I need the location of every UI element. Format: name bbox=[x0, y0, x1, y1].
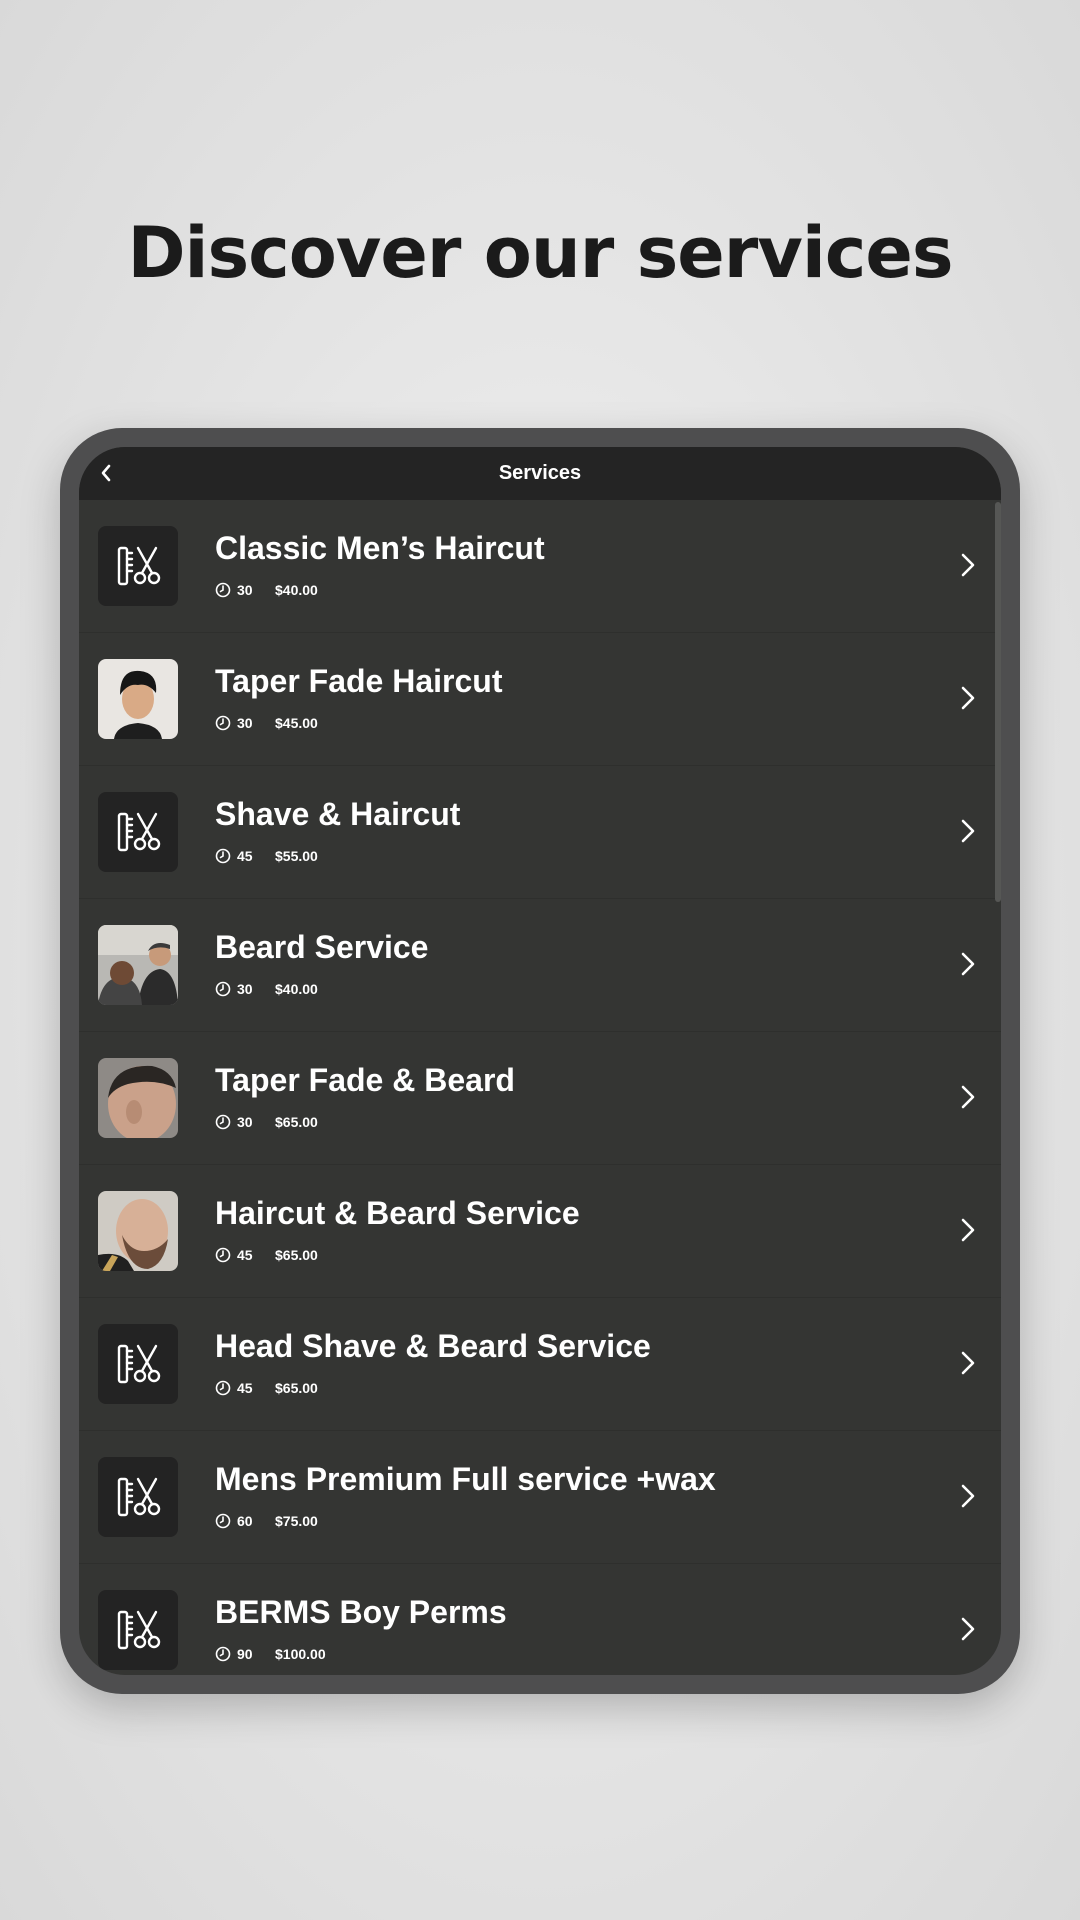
service-duration: 45 bbox=[237, 1380, 253, 1396]
service-photo bbox=[98, 1191, 178, 1271]
chevron-right-icon bbox=[961, 1484, 975, 1508]
service-price: $40.00 bbox=[275, 582, 318, 598]
service-row-head-shave-beard-service[interactable]: Head Shave & Beard Service 45 $65.00 bbox=[79, 1298, 1001, 1431]
service-name: Shave & Haircut bbox=[215, 796, 461, 832]
service-price: $45.00 bbox=[275, 715, 318, 731]
service-meta: 30 $65.00 bbox=[215, 1113, 318, 1131]
service-photo bbox=[98, 1058, 178, 1138]
comb-scissors-icon bbox=[98, 1590, 178, 1670]
clock-icon bbox=[215, 715, 231, 731]
clock-icon bbox=[215, 848, 231, 864]
service-duration: 45 bbox=[237, 848, 253, 864]
nav-title: Services bbox=[498, 462, 582, 484]
service-price: $75.00 bbox=[275, 1513, 318, 1529]
service-price: $65.00 bbox=[275, 1247, 318, 1263]
service-meta: 30 $40.00 bbox=[215, 980, 318, 998]
service-row-haircut-beard-service[interactable]: Haircut & Beard Service 45 $65.00 bbox=[79, 1165, 1001, 1298]
service-name: Mens Premium Full service +wax bbox=[215, 1461, 716, 1497]
service-name: Taper Fade & Beard bbox=[215, 1062, 515, 1098]
service-duration: 45 bbox=[237, 1247, 253, 1263]
chevron-right-icon bbox=[961, 952, 975, 976]
service-meta: 60 $75.00 bbox=[215, 1512, 318, 1530]
service-meta: 30 $40.00 bbox=[215, 581, 318, 599]
service-row-classic-mens-haircut[interactable]: Classic Men’s Haircut 30 $40.00 bbox=[79, 500, 1001, 633]
service-meta: 45 $55.00 bbox=[215, 847, 318, 865]
service-row-mens-premium-full-service[interactable]: Mens Premium Full service +wax 60 $75.00 bbox=[79, 1431, 1001, 1564]
service-duration: 90 bbox=[237, 1646, 253, 1662]
service-price: $100.00 bbox=[275, 1646, 326, 1662]
service-photo bbox=[98, 925, 178, 1005]
service-name: Beard Service bbox=[215, 929, 429, 965]
chevron-right-icon bbox=[961, 553, 975, 577]
clock-icon bbox=[215, 582, 231, 598]
clock-icon bbox=[215, 1513, 231, 1529]
service-name: BERMS Boy Perms bbox=[215, 1594, 507, 1630]
service-meta: 90 $100.00 bbox=[215, 1645, 326, 1663]
service-row-berms-boy-perms[interactable]: BERMS Boy Perms 90 $100.00 bbox=[79, 1564, 1001, 1675]
service-meta: 45 $65.00 bbox=[215, 1246, 318, 1264]
service-row-taper-fade-haircut[interactable]: Taper Fade Haircut 30 $45.00 bbox=[79, 633, 1001, 766]
service-row-taper-fade-beard[interactable]: Taper Fade & Beard 30 $65.00 bbox=[79, 1032, 1001, 1165]
chevron-right-icon bbox=[961, 686, 975, 710]
clock-icon bbox=[215, 1380, 231, 1396]
tablet-frame: Services Classic Men’s Haircut 30 $40.00… bbox=[60, 428, 1020, 1694]
service-meta: 45 $65.00 bbox=[215, 1379, 318, 1397]
service-price: $55.00 bbox=[275, 848, 318, 864]
scrollbar[interactable] bbox=[995, 502, 1001, 902]
service-duration: 30 bbox=[237, 981, 253, 997]
service-name: Head Shave & Beard Service bbox=[215, 1328, 651, 1364]
service-photo bbox=[98, 659, 178, 739]
service-duration: 30 bbox=[237, 715, 253, 731]
services-list: Classic Men’s Haircut 30 $40.00 Taper Fa… bbox=[79, 500, 1001, 1675]
comb-scissors-icon bbox=[98, 792, 178, 872]
chevron-right-icon bbox=[961, 1351, 975, 1375]
service-duration: 30 bbox=[237, 1114, 253, 1130]
chevron-right-icon bbox=[961, 1617, 975, 1641]
service-row-beard-service[interactable]: Beard Service 30 $40.00 bbox=[79, 899, 1001, 1032]
service-duration: 60 bbox=[237, 1513, 253, 1529]
page-headline: Discover our services bbox=[127, 212, 953, 294]
service-name: Haircut & Beard Service bbox=[215, 1195, 580, 1231]
clock-icon bbox=[215, 1646, 231, 1662]
comb-scissors-icon bbox=[98, 1457, 178, 1537]
clock-icon bbox=[215, 981, 231, 997]
app-screen: Services Classic Men’s Haircut 30 $40.00… bbox=[79, 447, 1001, 1675]
comb-scissors-icon bbox=[98, 526, 178, 606]
service-row-shave-haircut[interactable]: Shave & Haircut 45 $55.00 bbox=[79, 766, 1001, 899]
clock-icon bbox=[215, 1247, 231, 1263]
service-name: Classic Men’s Haircut bbox=[215, 530, 545, 566]
service-price: $65.00 bbox=[275, 1380, 318, 1396]
comb-scissors-icon bbox=[98, 1324, 178, 1404]
top-nav-bar: Services bbox=[79, 447, 1001, 500]
chevron-right-icon bbox=[961, 1218, 975, 1242]
clock-icon bbox=[215, 1114, 231, 1130]
service-name: Taper Fade Haircut bbox=[215, 663, 503, 699]
chevron-right-icon bbox=[961, 819, 975, 843]
service-duration: 30 bbox=[237, 582, 253, 598]
chevron-right-icon bbox=[961, 1085, 975, 1109]
service-price: $65.00 bbox=[275, 1114, 318, 1130]
service-meta: 30 $45.00 bbox=[215, 714, 318, 732]
service-price: $40.00 bbox=[275, 981, 318, 997]
